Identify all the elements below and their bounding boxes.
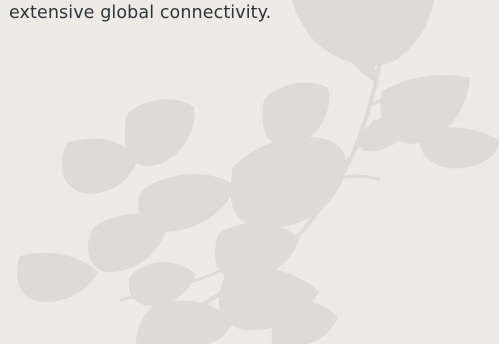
page-canvas: extensive global connectivity. [0,0,499,344]
body-text-line: extensive global connectivity. [9,3,272,23]
leafy-branch-icon [17,0,499,344]
